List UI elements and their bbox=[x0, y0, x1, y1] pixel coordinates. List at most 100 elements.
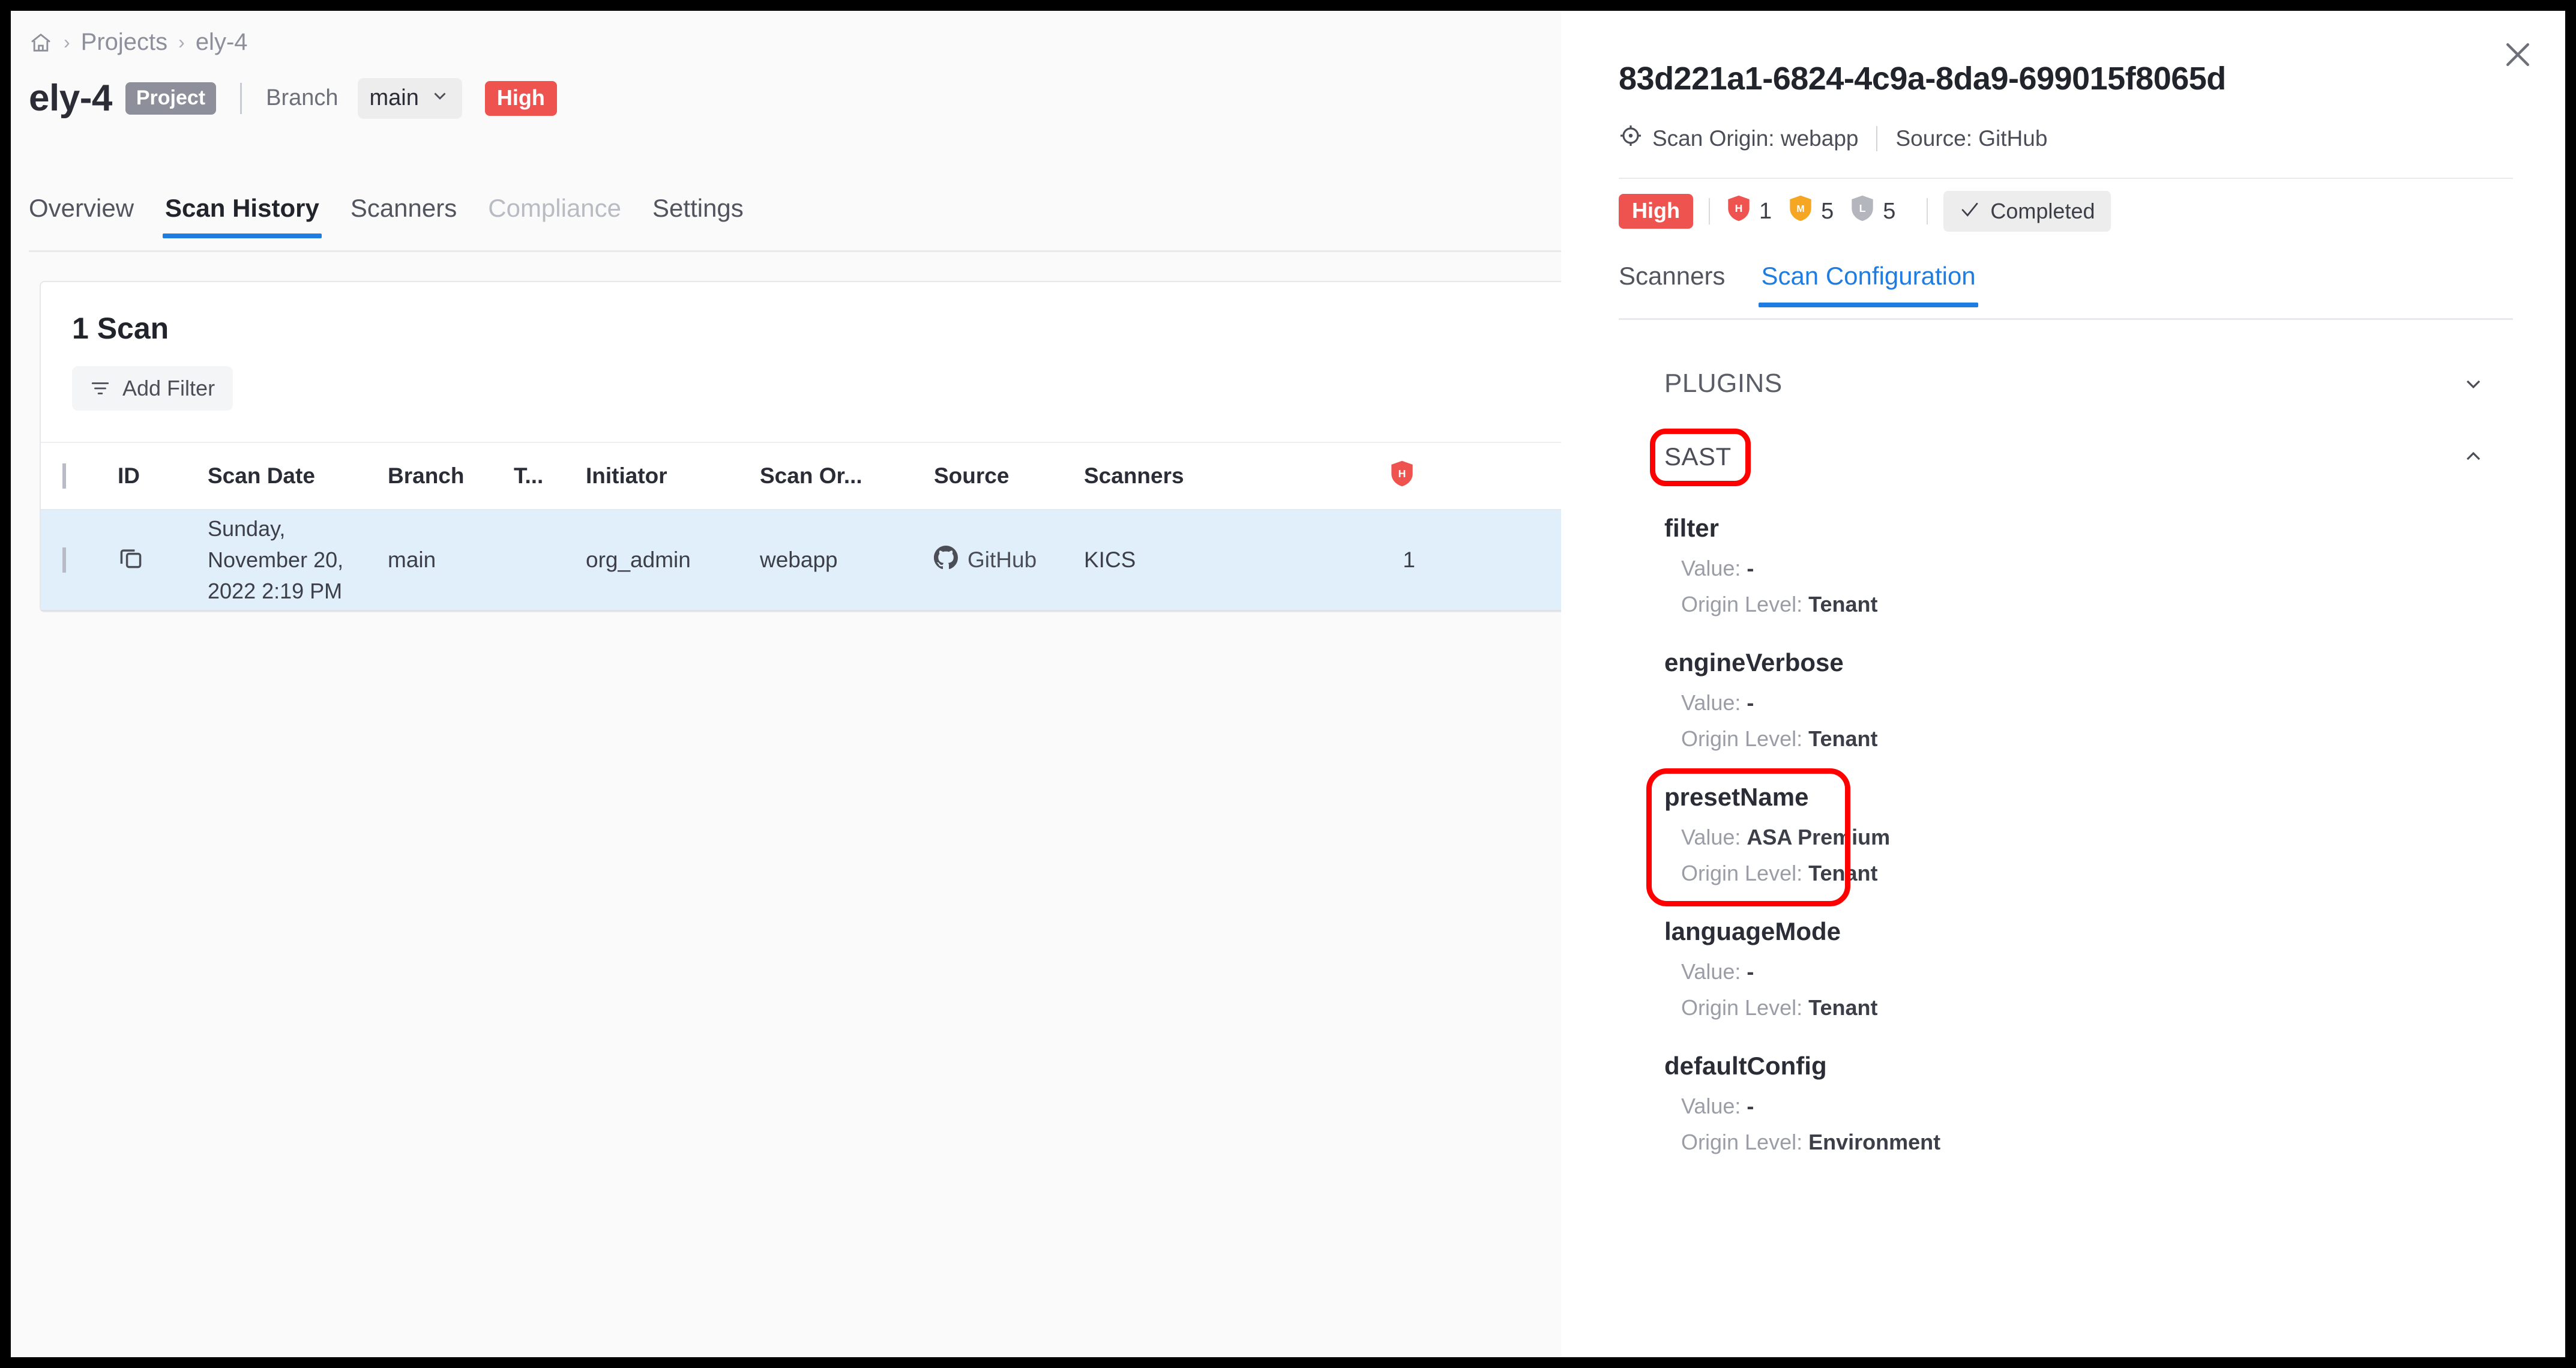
main-content-area: › Projects › ely-4 ely-4 Project Branch … bbox=[11, 11, 1561, 1357]
parameter-name: filter bbox=[1664, 514, 1720, 542]
accordion-plugins[interactable]: PLUGINS bbox=[1619, 347, 2513, 420]
column-header-id[interactable]: ID bbox=[113, 463, 203, 489]
svg-text:M: M bbox=[1796, 204, 1804, 214]
add-filter-button[interactable]: Add Filter bbox=[72, 366, 233, 411]
application-window: › Projects › ely-4 ely-4 Project Branch … bbox=[11, 11, 2565, 1357]
panel-risk-badge: High bbox=[1619, 194, 1693, 229]
scan-count-title: 1 Scan bbox=[72, 312, 169, 345]
scan-id-title: 83d221a1-6824-4c9a-8da9-699015f8065d bbox=[1619, 61, 2226, 97]
panel-tabs: Scanners Scan Configuration bbox=[1619, 262, 1994, 307]
tab-scanners[interactable]: Scanners bbox=[335, 194, 472, 238]
row-high-count: 1 bbox=[1403, 547, 1415, 572]
meta-divider bbox=[1876, 125, 1878, 151]
row-id-cell[interactable] bbox=[113, 544, 203, 576]
project-header: ely-4 Project Branch main High bbox=[29, 77, 557, 119]
scan-origin-text: Scan Origin: webapp bbox=[1652, 125, 1859, 151]
row-scan-date: Sunday, November 20, 2022 2:19 PM bbox=[208, 516, 344, 604]
column-header-scanners[interactable]: Scanners bbox=[1079, 463, 1259, 489]
accordion-sast-wrapper: SAST bbox=[1619, 420, 2513, 493]
parameter-value-line: Value: - bbox=[1681, 556, 2513, 581]
column-header-scan-origin[interactable]: Scan Or... bbox=[755, 463, 929, 489]
parameter-name: defaultConfig bbox=[1664, 1052, 1827, 1080]
panel-tabs-divider bbox=[1619, 318, 2513, 320]
close-icon[interactable] bbox=[2499, 36, 2536, 73]
parameter-value-label: Value: bbox=[1681, 690, 1741, 715]
parameter-origin-line: Origin Level: Tenant bbox=[1681, 995, 2513, 1020]
parameter-name: languageMode bbox=[1664, 917, 1841, 945]
project-tabs: Overview Scan History Scanners Complianc… bbox=[29, 194, 759, 238]
home-icon[interactable] bbox=[29, 31, 53, 55]
parameter-name: presetName bbox=[1664, 783, 1809, 811]
parameter-value-label: Value: bbox=[1681, 825, 1741, 849]
parameter-engineVerbose: engineVerbose Value: - Origin Level: Ten… bbox=[1664, 628, 2513, 752]
column-header-initiator[interactable]: Initiator bbox=[581, 463, 755, 489]
column-header-scan-date[interactable]: Scan Date bbox=[203, 463, 383, 489]
branch-label: Branch bbox=[266, 85, 339, 110]
row-branch: main bbox=[388, 547, 436, 572]
breadcrumb-item-project[interactable]: ely-4 bbox=[196, 29, 248, 56]
svg-text:H: H bbox=[1735, 202, 1743, 214]
parameter-name: engineVerbose bbox=[1664, 648, 1844, 676]
column-header-t[interactable]: T... bbox=[509, 463, 581, 489]
chevron-down-icon[interactable] bbox=[2461, 372, 2485, 396]
header-divider bbox=[240, 82, 242, 114]
scan-detail-panel: 83d221a1-6824-4c9a-8da9-699015f8065d Sca… bbox=[1561, 11, 2565, 1357]
column-header-source[interactable]: Source bbox=[929, 463, 1079, 489]
parameter-value: - bbox=[1747, 1094, 1754, 1118]
parameter-origin: Tenant bbox=[1808, 726, 1878, 751]
table-row[interactable]: Sunday, November 20, 2022 2:19 PM main o… bbox=[41, 510, 1561, 611]
plugin-parameter-list: filter Value: - Origin Level: Tenant eng… bbox=[1619, 493, 2513, 1155]
parameter-filter: filter Value: - Origin Level: Tenant bbox=[1664, 493, 2513, 617]
target-icon bbox=[1619, 124, 1643, 153]
parameter-origin-line: Origin Level: Environment bbox=[1681, 1130, 2513, 1155]
parameter-languageMode: languageMode Value: - Origin Level: Tena… bbox=[1664, 897, 2513, 1020]
breadcrumb-item-projects[interactable]: Projects bbox=[81, 29, 168, 56]
panel-tab-scan-configuration[interactable]: Scan Configuration bbox=[1743, 262, 1993, 307]
row-initiator: org_admin bbox=[586, 547, 691, 572]
scan-meta: Scan Origin: webapp Source: GitHub bbox=[1619, 124, 2047, 153]
parameter-origin-label: Origin Level: bbox=[1681, 995, 1803, 1020]
parameter-origin-label: Origin Level: bbox=[1681, 726, 1803, 751]
add-filter-label: Add Filter bbox=[122, 376, 215, 400]
row-select-cell[interactable] bbox=[41, 547, 113, 573]
shield-low-icon: L bbox=[1849, 194, 1876, 228]
status-badge: Completed bbox=[1943, 191, 2111, 232]
parameter-value-label: Value: bbox=[1681, 556, 1741, 580]
select-all-checkbox[interactable] bbox=[62, 463, 66, 489]
tab-overview[interactable]: Overview bbox=[29, 194, 149, 238]
parameter-presetName: presetName Value: ASA Premium Origin Lev… bbox=[1646, 762, 2513, 906]
row-scan-origin: webapp bbox=[760, 547, 838, 572]
branch-select-value: main bbox=[369, 85, 419, 110]
panel-tab-scanners[interactable]: Scanners bbox=[1619, 262, 1743, 307]
tab-scan-history[interactable]: Scan History bbox=[149, 194, 335, 238]
severity-low: L 5 bbox=[1849, 194, 1895, 228]
panel-divider bbox=[1619, 178, 2513, 179]
project-type-chip: Project bbox=[125, 82, 217, 115]
parameter-origin: Tenant bbox=[1808, 861, 1878, 885]
branch-select[interactable]: main bbox=[357, 77, 462, 119]
row-checkbox[interactable] bbox=[62, 547, 66, 573]
copy-icon[interactable] bbox=[118, 549, 144, 576]
parameter-origin-label: Origin Level: bbox=[1681, 592, 1803, 616]
tab-settings[interactable]: Settings bbox=[637, 194, 759, 238]
column-header-branch[interactable]: Branch bbox=[383, 463, 509, 489]
chevron-up-icon[interactable] bbox=[2461, 445, 2485, 469]
shield-medium-icon: M bbox=[1787, 194, 1814, 228]
severity-divider-1 bbox=[1708, 198, 1710, 224]
parameter-origin: Environment bbox=[1808, 1130, 1941, 1154]
row-source-label: GitHub bbox=[968, 547, 1037, 572]
svg-text:L: L bbox=[1859, 202, 1866, 214]
severity-summary: High H 1 M 5 L 5 Completed bbox=[1619, 191, 2111, 232]
scan-history-card: 1 Scan Add Filter ID Scan Date Branch T.… bbox=[40, 281, 1561, 612]
chevron-down-icon bbox=[430, 85, 450, 112]
severity-high: H 1 bbox=[1726, 194, 1772, 228]
tabs-divider bbox=[29, 250, 1561, 252]
column-header-high-severity[interactable]: H bbox=[1259, 460, 1439, 493]
breadcrumb: › Projects › ely-4 bbox=[29, 29, 248, 56]
table-header-row: ID Scan Date Branch T... Initiator Scan … bbox=[41, 443, 1561, 510]
row-source: GitHub bbox=[929, 545, 1079, 575]
accordion-sast[interactable]: SAST bbox=[1619, 420, 2513, 493]
parameter-value-line: Value: - bbox=[1681, 690, 2513, 716]
shield-high-icon: H bbox=[1726, 194, 1752, 228]
select-all-cell[interactable] bbox=[41, 463, 113, 489]
